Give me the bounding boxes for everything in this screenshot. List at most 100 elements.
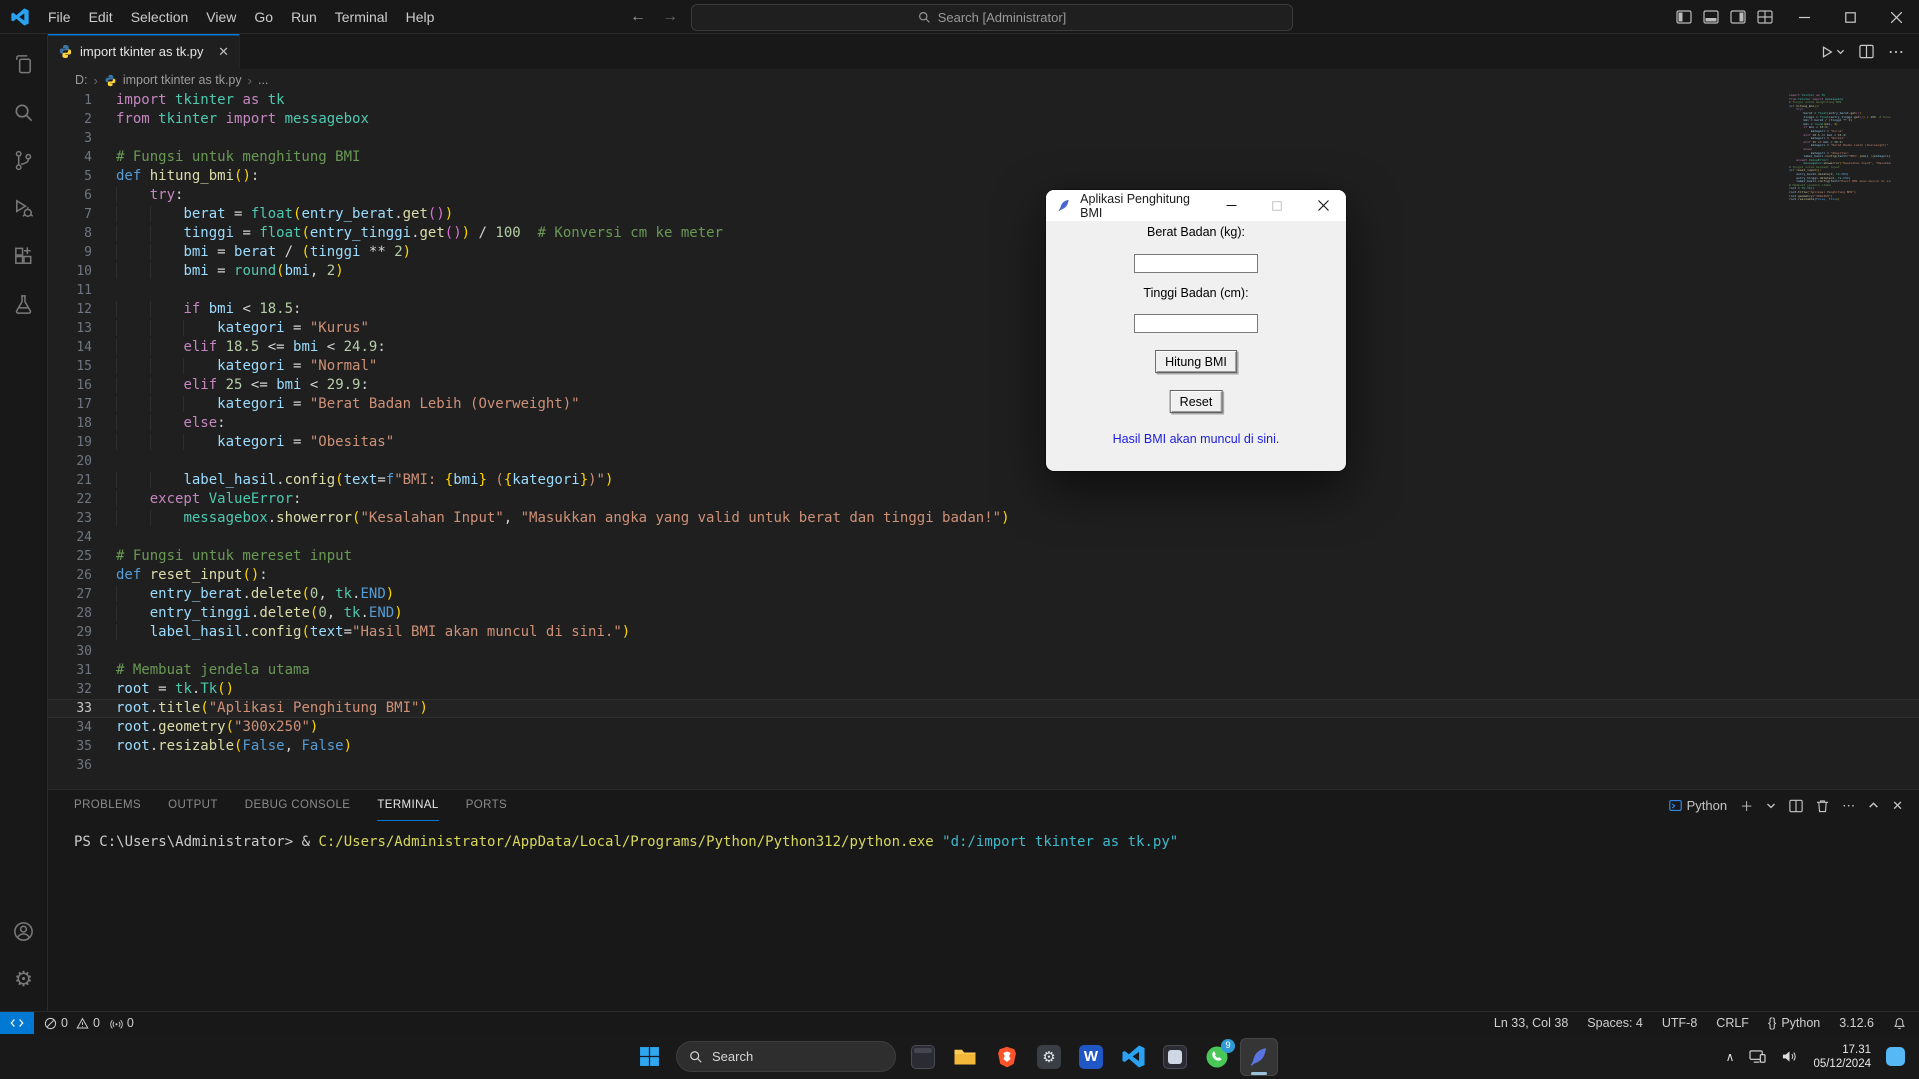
code-line-5[interactable]: 5 def hitung_bmi(): [48,167,1919,186]
status-bell[interactable] [1893,1017,1906,1030]
settings-gear-icon[interactable]: ⚙ [0,955,48,1003]
code-line-16[interactable]: 16 elif 25 <= bmi < 29.9: [48,376,1919,395]
taskbar-app-python-tk-app[interactable] [1240,1037,1278,1076]
back-arrow-icon[interactable]: ← [630,8,646,26]
close-panel-icon[interactable]: ✕ [1892,798,1903,814]
code-line-24[interactable]: 24 [48,528,1919,547]
split-editor-icon[interactable] [1859,44,1874,59]
reset-button[interactable]: Reset [1169,390,1223,413]
more-actions-icon[interactable]: ⋯ [1888,42,1905,62]
code-line-25[interactable]: 25 # Fungsi untuk mereset input [48,547,1919,566]
code-line-6[interactable]: 6 try: [48,186,1919,205]
bmi-minimize-button[interactable] [1208,190,1254,221]
taskbar-app-installer-app[interactable]: ⚙ [1030,1038,1068,1076]
code-line-1[interactable]: 1 import tkinter as tk [48,91,1919,110]
code-line-22[interactable]: 22 except ValueError: [48,490,1919,509]
taskbar-search[interactable]: Search [676,1041,896,1072]
code-line-33[interactable]: 33 root.title("Aplikasi Penghitung BMI") [48,699,1919,718]
tab-import-tkinter[interactable]: import tkinter as tk.py ✕ [48,34,240,69]
status-crlf[interactable]: CRLF [1716,1016,1749,1030]
code-editor[interactable]: 1 import tkinter as tk 2 from tkinter impor… [48,91,1919,789]
code-line-10[interactable]: 10 bmi = round(bmi, 2) [48,262,1919,281]
panel-tab-ports[interactable]: PORTS [466,790,507,821]
accounts-icon[interactable] [0,907,48,955]
bmi-app-window[interactable]: Aplikasi Penghitung BMI Berat Badan (kg)… [1046,190,1346,471]
height-input[interactable] [1134,314,1258,333]
split-terminal-icon[interactable] [1789,799,1803,813]
maximize-panel-icon[interactable] [1868,800,1879,811]
terminal-output[interactable]: PS C:\Users\Administrator> & C:/Users/Ad… [48,821,1919,850]
code-line-26[interactable]: 26 def reset_input(): [48,566,1919,585]
notification-center-icon[interactable] [1886,1047,1905,1066]
code-line-13[interactable]: 13 kategori = "Kurus" [48,319,1919,338]
taskbar-app-vs-code[interactable] [1114,1038,1152,1076]
status-python[interactable]: {} Python [1768,1016,1820,1030]
code-line-19[interactable]: 19 kategori = "Obesitas" [48,433,1919,452]
start-button[interactable] [630,1038,668,1076]
status-ln-33-col-38[interactable]: Ln 33, Col 38 [1494,1016,1568,1030]
new-terminal-icon[interactable]: ＋ [1740,796,1753,815]
explorer-icon[interactable] [0,40,48,88]
forward-arrow-icon[interactable]: → [662,8,678,26]
bmi-window-titlebar[interactable]: Aplikasi Penghitung BMI [1046,190,1346,221]
menu-view[interactable]: View [197,0,245,34]
toggle-panel-icon[interactable] [1703,9,1719,25]
code-line-7[interactable]: 7 berat = float(entry_berat.get()) [48,205,1919,224]
code-line-3[interactable]: 3 [48,129,1919,148]
menu-selection[interactable]: Selection [122,0,198,34]
minimap[interactable]: import tkinter as tk from tkinter import … [1789,91,1891,792]
menu-terminal[interactable]: Terminal [326,0,397,34]
extensions-icon[interactable] [0,232,48,280]
run-python-button[interactable] [1820,45,1845,59]
close-button[interactable] [1873,0,1919,34]
search-sidebar-icon[interactable] [0,88,48,136]
breadcrumb[interactable]: D: › import tkinter as tk.py › ... [48,69,1919,91]
breadcrumb-drive[interactable]: D: [75,73,88,87]
kill-terminal-icon[interactable] [1816,799,1829,813]
panel-tab-output[interactable]: OUTPUT [168,790,218,821]
menu-file[interactable]: File [39,0,80,34]
code-line-4[interactable]: 4 # Fungsi untuk menghitung BMI [48,148,1919,167]
taskbar-app-ms-word[interactable]: W [1072,1038,1110,1076]
taskbar-clock[interactable]: 17.31 05/12/2024 [1813,1043,1871,1071]
menu-run[interactable]: Run [282,0,326,34]
breadcrumb-symbol[interactable]: ... [258,73,268,87]
code-line-2[interactable]: 2 from tkinter import messagebox [48,110,1919,129]
taskbar-app-brave-browser[interactable] [988,1038,1026,1076]
code-line-17[interactable]: 17 kategori = "Berat Badan Lebih (Overwe… [48,395,1919,414]
taskbar-app-photos-app[interactable] [1156,1038,1194,1076]
menu-go[interactable]: Go [245,0,282,34]
run-debug-icon[interactable] [0,184,48,232]
code-line-29[interactable]: 29 label_hasil.config(text="Hasil BMI ak… [48,623,1919,642]
customize-layout-icon[interactable] [1757,9,1773,25]
status-utf-8[interactable]: UTF-8 [1662,1016,1697,1030]
code-line-18[interactable]: 18 else: [48,414,1919,433]
tab-close-icon[interactable]: ✕ [218,44,229,60]
panel-tab-terminal[interactable]: TERMINAL [377,790,439,821]
code-line-32[interactable]: 32 root = tk.Tk() [48,680,1919,699]
code-line-11[interactable]: 11 [48,281,1919,300]
code-line-9[interactable]: 9 bmi = berat / (tinggi ** 2) [48,243,1919,262]
cast-device-icon[interactable] [1749,1049,1766,1064]
code-line-12[interactable]: 12 if bmi < 18.5: [48,300,1919,319]
status-spaces-4[interactable]: Spaces: 4 [1587,1016,1643,1030]
taskbar-app-whatsapp[interactable]: 9 [1198,1038,1236,1076]
code-line-15[interactable]: 15 kategori = "Normal" [48,357,1919,376]
source-control-icon[interactable] [0,136,48,184]
code-line-35[interactable]: 35 root.resizable(False, False) [48,737,1919,756]
maximize-button[interactable] [1827,0,1873,34]
ports-status[interactable]: 0 [110,1016,134,1030]
menu-help[interactable]: Help [397,0,444,34]
problems-status[interactable]: 0 0 [44,1016,100,1030]
taskbar-app-file-explorer[interactable] [946,1038,984,1076]
remote-indicator[interactable] [0,1012,34,1034]
calculate-bmi-button[interactable]: Hitung BMI [1155,350,1237,373]
command-center-search[interactable]: Search [Administrator] [691,4,1293,31]
toggle-sidebar-icon[interactable] [1676,9,1692,25]
terminal-dropdown-icon[interactable] [1766,801,1776,811]
code-line-31[interactable]: 31 # Membuat jendela utama [48,661,1919,680]
panel-tab-debug-console[interactable]: DEBUG CONSOLE [245,790,351,821]
breadcrumb-file[interactable]: import tkinter as tk.py [123,73,242,87]
code-line-28[interactable]: 28 entry_tinggi.delete(0, tk.END) [48,604,1919,623]
speaker-icon[interactable] [1781,1049,1798,1064]
